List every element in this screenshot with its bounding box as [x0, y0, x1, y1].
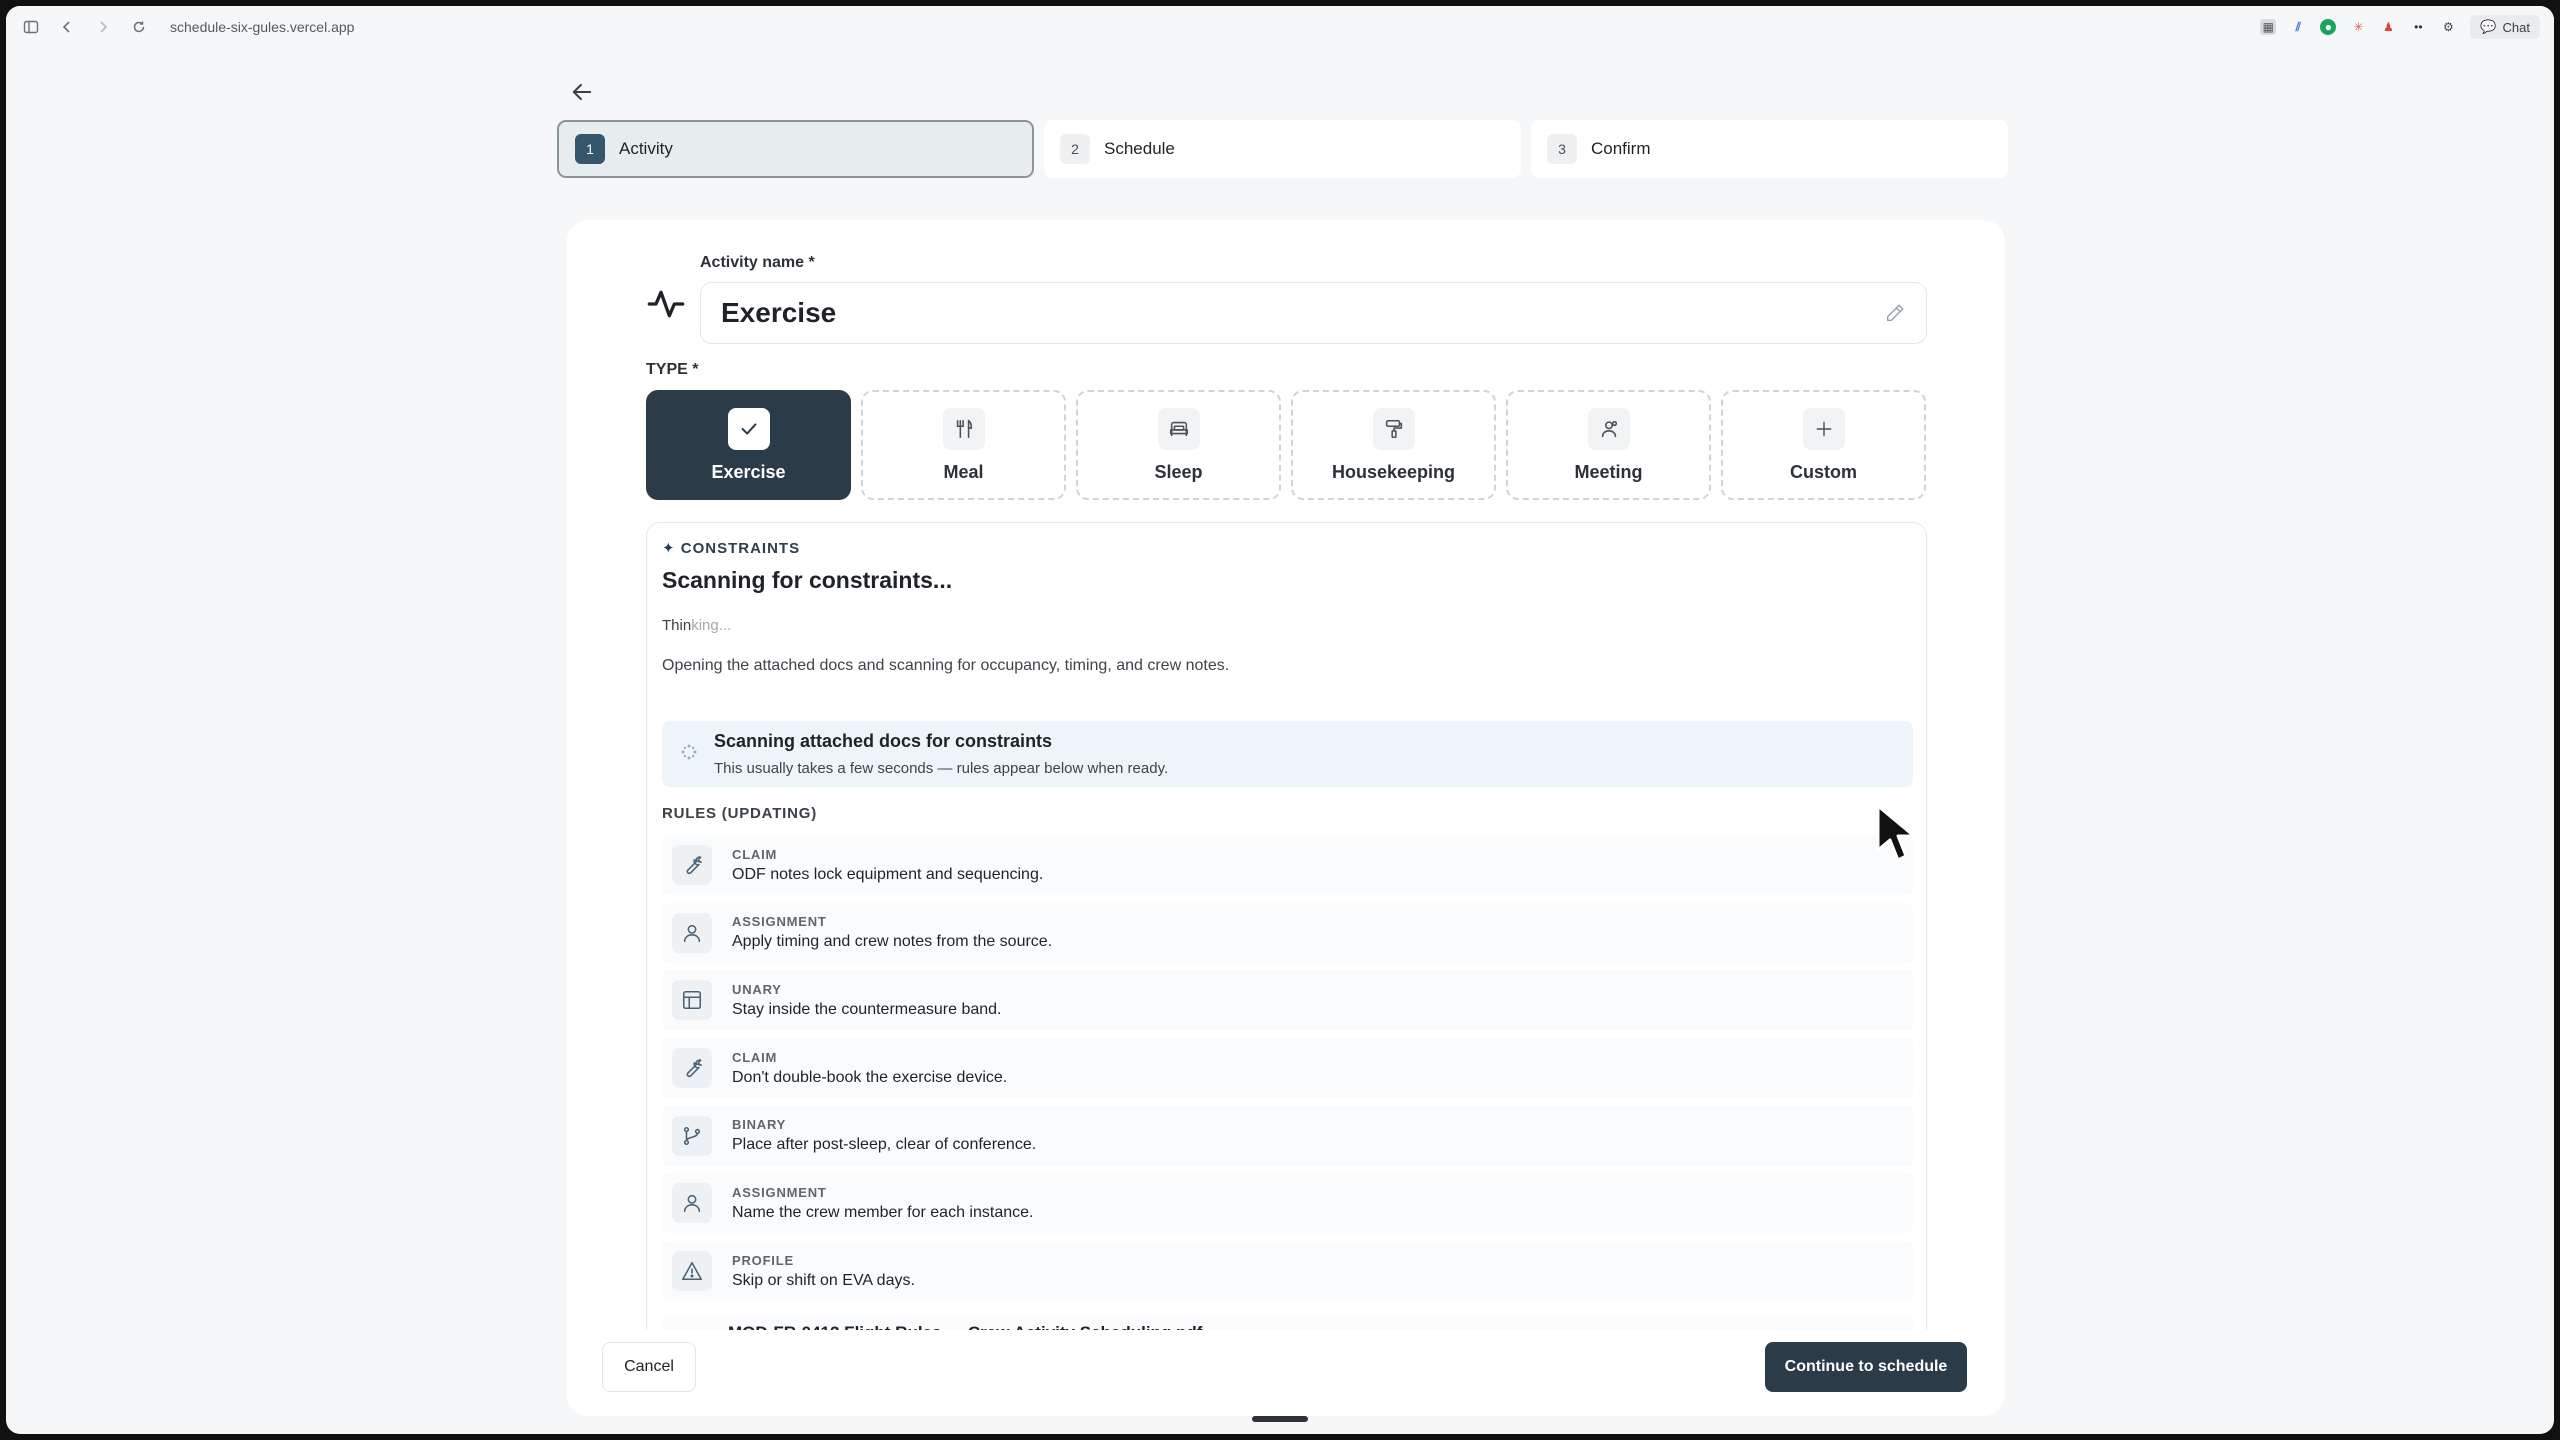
- form-footer: Cancel Continue to schedule: [566, 1330, 2005, 1416]
- rule-kind: UNARY: [732, 981, 782, 997]
- bed-icon: [1157, 407, 1200, 450]
- utensils-icon: [942, 407, 985, 450]
- scan-subtitle: This usually takes a few seconds — rules…: [714, 760, 1169, 777]
- plus-icon: [1802, 407, 1845, 450]
- step-schedule[interactable]: 2 Schedule: [1044, 120, 1521, 178]
- type-option-housekeeping[interactable]: Housekeeping: [1291, 390, 1496, 500]
- activity-form-card: Activity name * Exercise TYPE * Exercise…: [566, 220, 2005, 1416]
- more-icon[interactable]: ••: [2410, 19, 2426, 35]
- rule-text: Stay inside the countermeasure band.: [732, 1000, 1002, 1018]
- user-icon: [672, 912, 712, 953]
- rule-item[interactable]: CLAIM Don't double-book the exercise devi…: [662, 1038, 1913, 1099]
- wrench-icon: [672, 1048, 712, 1089]
- type-option-label: Sleep: [1154, 461, 1203, 482]
- thinking-status: Thinking...: [662, 617, 732, 634]
- wrench-icon: [672, 845, 712, 885]
- type-selector: Exercise Meal Sleep Housekeeping Meeting…: [646, 390, 1926, 500]
- mouse-cursor-icon: [1876, 804, 1916, 862]
- type-option-label: Meeting: [1574, 461, 1643, 482]
- back-nav-icon[interactable]: [56, 16, 78, 38]
- home-indicator: [1252, 1416, 1308, 1422]
- rule-text: ODF notes lock equipment and sequencing.: [732, 865, 1044, 883]
- constraints-panel: ✦ CONSTRAINTS Scanning for constraints..…: [646, 522, 1927, 1416]
- scan-status-box: Scanning attached docs for constraints T…: [662, 721, 1913, 787]
- git-branch-icon: [672, 1115, 712, 1156]
- rule-item[interactable]: PROFILE Skip or shift on EVA days.: [662, 1241, 1913, 1302]
- browser-window: schedule-six-gules.vercel.app ▦ ⫽ ● ✳ ♟ …: [6, 6, 2554, 1434]
- type-option-exercise[interactable]: Exercise: [646, 390, 851, 500]
- chat-bubble-icon: 💬: [2480, 19, 2497, 34]
- rule-kind: ASSIGNMENT: [732, 1184, 827, 1200]
- step-confirm[interactable]: 3 Confirm: [1531, 120, 2008, 178]
- step-label: Activity: [619, 139, 673, 158]
- type-option-label: Housekeeping: [1331, 461, 1456, 482]
- rule-text: Place after post-sleep, clear of confere…: [732, 1136, 1037, 1154]
- step-activity[interactable]: 1 Activity: [557, 120, 1034, 178]
- user-icon: [672, 1183, 712, 1224]
- rule-text: Apply timing and crew notes from the sou…: [732, 933, 1053, 951]
- paint-roller-icon: [1372, 407, 1415, 450]
- continue-to-schedule-button[interactable]: Continue to schedule: [1765, 1342, 1967, 1392]
- cancel-button[interactable]: Cancel: [602, 1342, 696, 1392]
- rule-text: Don't double-book the exercise device.: [732, 1068, 1008, 1086]
- type-option-label: Meal: [943, 461, 984, 482]
- rule-item[interactable]: ASSIGNMENT Apply timing and crew notes fr…: [662, 902, 1913, 963]
- rule-text: Name the crew member for each instance.: [732, 1203, 1034, 1221]
- rules-list: CLAIM ODF notes lock equipment and sequen…: [662, 835, 1913, 1309]
- activity-name-value: Exercise: [721, 297, 837, 328]
- back-arrow-icon[interactable]: [568, 78, 596, 106]
- rule-text: Skip or shift on EVA days.: [732, 1271, 915, 1289]
- type-option-label: Exercise: [711, 461, 786, 482]
- warning-icon: [672, 1251, 712, 1292]
- step-number: 1: [575, 134, 605, 164]
- extension-icon[interactable]: ♟: [2380, 19, 2396, 35]
- rule-kind: PROFILE: [732, 1252, 794, 1268]
- type-option-sleep[interactable]: Sleep: [1076, 390, 1281, 500]
- address-bar[interactable]: schedule-six-gules.vercel.app: [170, 19, 354, 35]
- rule-item[interactable]: CLAIM ODF notes lock equipment and sequen…: [662, 835, 1913, 895]
- constraints-description: Opening the attached docs and scanning f…: [662, 657, 1230, 674]
- spinner-icon: [681, 744, 697, 760]
- rule-kind: CLAIM: [732, 846, 778, 862]
- table-icon: [672, 980, 712, 1021]
- reload-icon[interactable]: [128, 16, 150, 38]
- type-option-meal[interactable]: Meal: [861, 390, 1066, 500]
- settings-icon[interactable]: ⚙: [2440, 19, 2456, 35]
- rule-kind: CLAIM: [732, 1049, 778, 1065]
- rule-item[interactable]: ASSIGNMENT Name the crew member for each …: [662, 1173, 1913, 1234]
- sidebar-toggle-icon[interactable]: [20, 16, 42, 38]
- step-number: 2: [1060, 134, 1090, 164]
- rule-item[interactable]: BINARY Place after post-sleep, clear of c…: [662, 1105, 1913, 1166]
- extension-icon[interactable]: ▦: [2260, 19, 2277, 35]
- type-label: TYPE *: [646, 361, 699, 378]
- activity-name-input[interactable]: Exercise: [700, 282, 1927, 344]
- rules-header: RULES (UPDATING): [662, 805, 818, 822]
- scan-title: Scanning attached docs for constraints: [714, 731, 1053, 751]
- constraints-title: Scanning for constraints...: [662, 567, 953, 593]
- type-option-custom[interactable]: Custom: [1721, 390, 1926, 500]
- rule-kind: ASSIGNMENT: [732, 914, 827, 930]
- step-number: 3: [1547, 134, 1577, 164]
- rule-kind: BINARY: [732, 1117, 787, 1133]
- activity-name-label: Activity name *: [700, 254, 815, 271]
- step-label: Schedule: [1104, 139, 1175, 158]
- extension-icon[interactable]: ✳: [2350, 19, 2366, 35]
- extension-icon[interactable]: ●: [2320, 19, 2337, 35]
- type-option-meeting[interactable]: Meeting: [1506, 390, 1711, 500]
- pencil-icon[interactable]: [1884, 302, 1906, 324]
- constraints-header: ✦ CONSTRAINTS: [662, 540, 801, 557]
- forward-nav-icon[interactable]: [92, 16, 114, 38]
- activity-pulse-icon: [647, 290, 685, 318]
- users-icon: [1587, 407, 1630, 450]
- type-option-label: Custom: [1790, 461, 1857, 482]
- step-label: Confirm: [1591, 139, 1651, 158]
- check-icon: [727, 407, 770, 450]
- chat-button[interactable]: 💬 Chat: [2470, 15, 2540, 39]
- extension-icon[interactable]: ⫽: [2290, 19, 2306, 35]
- rule-item[interactable]: UNARY Stay inside the countermeasure band…: [662, 970, 1913, 1031]
- stepper: 1 Activity 2 Schedule 3 Confirm: [557, 120, 2008, 178]
- browser-toolbar: schedule-six-gules.vercel.app ▦ ⫽ ● ✳ ♟ …: [6, 6, 2554, 48]
